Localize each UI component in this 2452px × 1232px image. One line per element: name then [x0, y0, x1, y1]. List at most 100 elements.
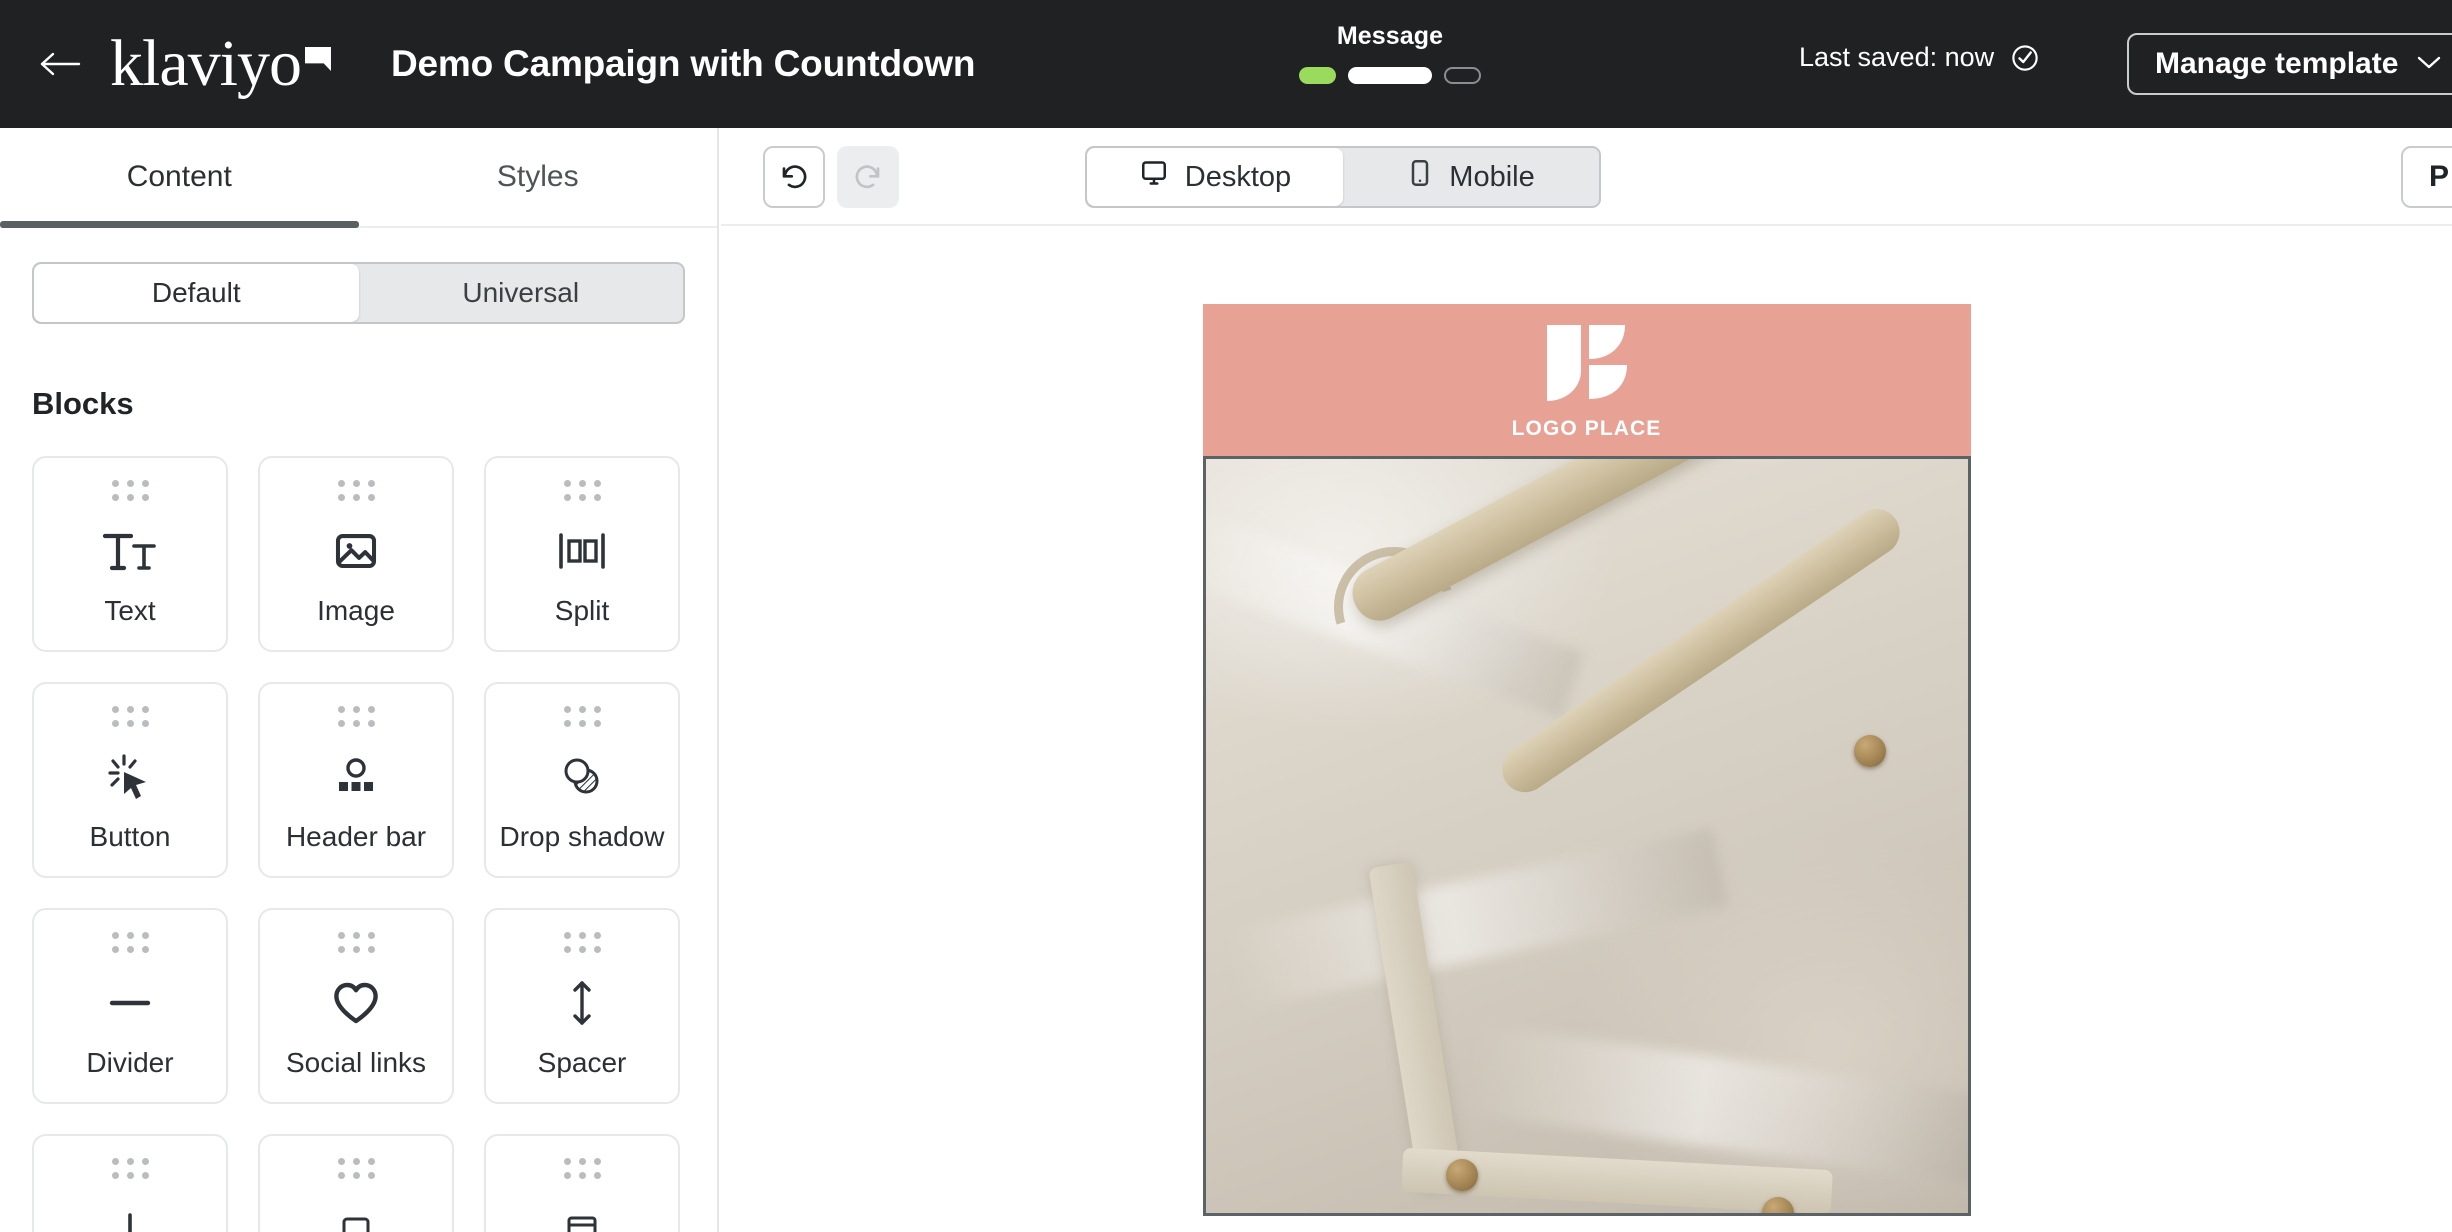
- block-image-label: Image: [317, 595, 395, 626]
- hanger-photo: [1205, 459, 1968, 1213]
- tab-content[interactable]: Content: [0, 128, 359, 228]
- drop-shadow-icon: [557, 747, 607, 807]
- device-option-mobile-label: Mobile: [1449, 160, 1535, 193]
- segment-default-label: Default: [151, 277, 241, 308]
- scope-segmented-wrap: Default Universal: [0, 228, 717, 324]
- email-canvas: LOGO PLACE Image: [721, 304, 2452, 1216]
- blocks-heading: Blocks: [32, 386, 134, 421]
- back-button[interactable]: [38, 42, 82, 86]
- save-status: Last saved: now: [1799, 42, 2040, 73]
- partial-block-icon: [560, 1199, 604, 1232]
- klaviyo-logo[interactable]: klaviyo: [110, 27, 331, 100]
- undo-button[interactable]: [763, 146, 825, 208]
- block-header-bar-label: Header bar: [285, 821, 427, 852]
- undo-icon: [778, 159, 810, 196]
- heart-icon: [331, 973, 381, 1033]
- block-partial-1[interactable]: [32, 1134, 228, 1232]
- block-text-label: Text: [104, 595, 156, 626]
- device-toggle: Desktop Mobile: [1085, 146, 1601, 208]
- block-text[interactable]: Text: [32, 456, 228, 652]
- manage-template-button[interactable]: Manage template: [2127, 33, 2452, 95]
- block-divider-label: Divider: [86, 1047, 174, 1078]
- step-pill-3[interactable]: [1444, 67, 1481, 84]
- check-circle-icon: [2010, 43, 2040, 73]
- partial-block-icon: [108, 1199, 152, 1232]
- mobile-phone-icon: [1407, 158, 1433, 196]
- chevron-down-icon: [2416, 54, 2442, 75]
- drag-handle-icon[interactable]: [563, 932, 601, 953]
- brand-flag-icon: [304, 47, 331, 71]
- partial-block-icon: [334, 1199, 378, 1232]
- tab-styles[interactable]: Styles: [359, 128, 718, 226]
- email-body: LOGO PLACE Image: [1202, 304, 1971, 1216]
- brand-wordmark: klaviyo: [110, 27, 302, 100]
- drag-handle-icon[interactable]: [563, 706, 601, 727]
- blocks-grid: Text Image Split Button Header bar Drop …: [32, 456, 717, 1232]
- block-split-label: Split: [554, 595, 610, 626]
- scope-segmented-control: Default Universal: [32, 262, 685, 324]
- email-logo-text: LOGO PLACE: [1511, 417, 1662, 440]
- device-option-desktop-label: Desktop: [1184, 160, 1292, 193]
- step-pill-1[interactable]: [1299, 67, 1336, 84]
- email-logo-block[interactable]: LOGO PLACE: [1202, 304, 1971, 456]
- last-saved-text: Last saved: now: [1799, 42, 1995, 72]
- email-stage: LOGO PLACE Image: [721, 226, 2452, 1232]
- device-option-mobile[interactable]: Mobile: [1343, 148, 1599, 206]
- segment-universal[interactable]: Universal: [359, 264, 684, 322]
- top-bar: klaviyo Demo Campaign with Countdown Mes…: [0, 0, 2452, 128]
- block-drop-shadow[interactable]: Drop shadow: [484, 682, 680, 878]
- drag-handle-icon[interactable]: [563, 1158, 601, 1179]
- block-image[interactable]: Image: [258, 456, 454, 652]
- divider-line-icon: [105, 973, 155, 1033]
- split-columns-icon: [556, 521, 608, 581]
- canvas-toolbar: Desktop Mobile P: [721, 128, 2452, 226]
- preview-button[interactable]: P: [2401, 146, 2452, 208]
- text-tt-icon: [101, 521, 159, 581]
- block-social-links-label: Social links: [285, 1047, 427, 1078]
- block-partial-3[interactable]: [484, 1134, 680, 1232]
- cursor-click-icon: [104, 747, 156, 807]
- drag-handle-icon[interactable]: [111, 480, 149, 501]
- step-label: Message: [1336, 22, 1444, 50]
- block-divider[interactable]: Divider: [32, 908, 228, 1104]
- drag-handle-icon[interactable]: [337, 480, 375, 501]
- preview-button-label: P: [2429, 160, 2450, 193]
- drag-handle-icon[interactable]: [563, 480, 601, 501]
- header-bar-icon: [333, 747, 379, 807]
- block-partial-2[interactable]: [258, 1134, 454, 1232]
- page-title: Demo Campaign with Countdown: [390, 43, 976, 84]
- block-header-bar[interactable]: Header bar: [258, 682, 454, 878]
- block-social-links[interactable]: Social links: [258, 908, 454, 1104]
- drag-handle-icon[interactable]: [111, 1158, 149, 1179]
- segment-default[interactable]: Default: [34, 264, 359, 322]
- segment-universal-label: Universal: [462, 277, 580, 308]
- tab-content-label: Content: [126, 160, 232, 193]
- device-option-desktop[interactable]: Desktop: [1087, 148, 1343, 206]
- block-split[interactable]: Split: [484, 456, 680, 652]
- desktop-monitor-icon: [1139, 158, 1169, 196]
- manage-template-label: Manage template: [2155, 47, 2399, 80]
- drag-handle-icon[interactable]: [111, 932, 149, 953]
- block-button[interactable]: Button: [32, 682, 228, 878]
- step-pills: [1299, 67, 1481, 84]
- drag-handle-icon[interactable]: [337, 932, 375, 953]
- redo-icon: [852, 159, 884, 196]
- redo-button: [837, 146, 899, 208]
- arrow-left-icon: [39, 50, 81, 78]
- drag-handle-icon[interactable]: [337, 706, 375, 727]
- email-image-block[interactable]: Image: [1202, 456, 1971, 1216]
- drag-handle-icon[interactable]: [111, 706, 149, 727]
- block-drop-shadow-label: Drop shadow: [499, 821, 665, 852]
- brand-leaf-logo-icon: [1541, 319, 1633, 407]
- step-pill-2[interactable]: [1348, 67, 1432, 84]
- image-icon: [330, 521, 382, 581]
- arrows-vertical-icon: [562, 973, 602, 1033]
- left-panel: Content Styles Default Universal Blocks: [0, 128, 719, 1232]
- block-spacer[interactable]: Spacer: [484, 908, 680, 1104]
- step-progress: Message: [1270, 22, 1510, 84]
- panel-tabs: Content Styles: [0, 128, 717, 228]
- tab-styles-label: Styles: [496, 160, 579, 193]
- drag-handle-icon[interactable]: [337, 1158, 375, 1179]
- block-button-label: Button: [89, 821, 171, 852]
- canvas-area: Desktop Mobile P LOGO PLACE: [721, 128, 2452, 1232]
